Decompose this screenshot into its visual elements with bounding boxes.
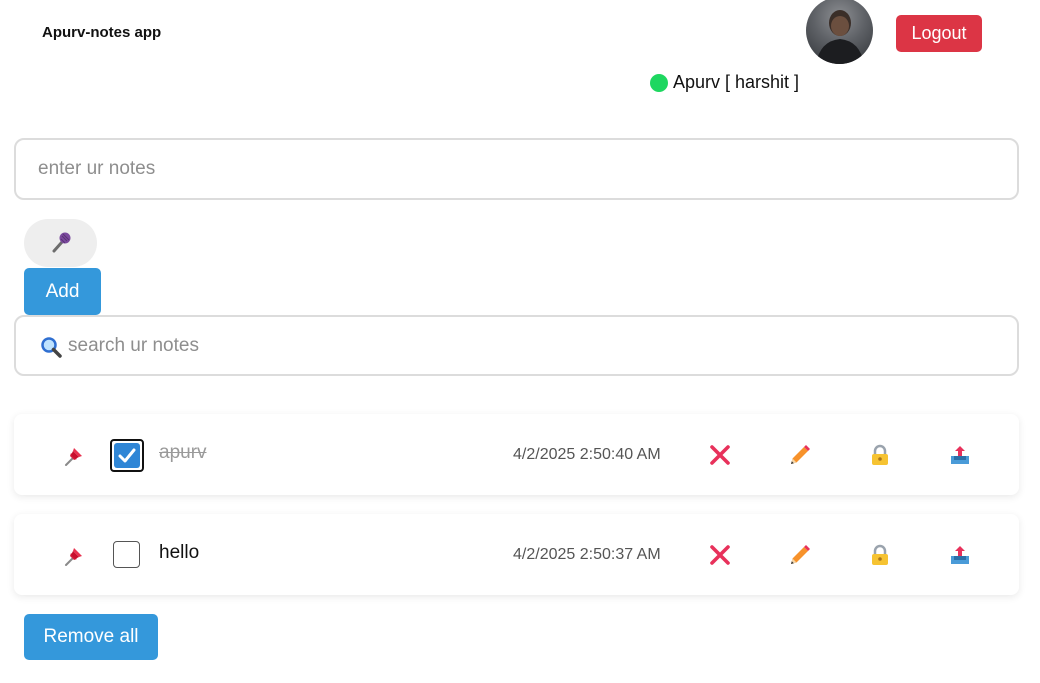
delete-icon[interactable] [707, 542, 733, 568]
user-name-label: Apurv [ harshit ] [673, 72, 800, 92]
online-status-dot [650, 73, 668, 92]
note-text: hello [159, 542, 200, 563]
search-input[interactable] [68, 317, 1008, 374]
pushpin-icon[interactable] [62, 444, 86, 468]
search-bar [14, 315, 1019, 376]
logout-button[interactable]: Logout [896, 15, 982, 52]
share-icon[interactable] [947, 442, 973, 468]
user-status: Apurv [ harshit ] [650, 72, 799, 93]
note-timestamp: 4/2/2025 2:50:40 AM [513, 446, 661, 463]
user-avatar[interactable] [806, 0, 873, 64]
edit-pencil-icon[interactable] [787, 442, 813, 468]
share-icon[interactable] [947, 542, 973, 568]
remove-all-button[interactable]: Remove all [24, 614, 158, 660]
note-input[interactable] [14, 138, 1019, 200]
microphone-icon [49, 230, 73, 257]
note-text: apurv [159, 442, 207, 463]
pushpin-icon[interactable] [62, 544, 86, 568]
note-timestamp: 4/2/2025 2:50:37 AM [513, 546, 661, 563]
note-item: hello 4/2/2025 2:50:37 AM [14, 514, 1019, 595]
note-complete-checkbox[interactable] [113, 541, 140, 568]
lock-icon[interactable] [867, 442, 893, 468]
voice-input-button[interactable] [24, 219, 97, 267]
edit-pencil-icon[interactable] [787, 542, 813, 568]
delete-icon[interactable] [707, 442, 733, 468]
lock-icon[interactable] [867, 542, 893, 568]
note-item: apurv 4/2/2025 2:50:40 AM [14, 414, 1019, 495]
app-title: Apurv-notes app [42, 24, 162, 41]
add-note-button[interactable]: Add [24, 268, 101, 315]
magnifier-icon [40, 336, 62, 358]
note-complete-checkbox[interactable] [110, 439, 144, 472]
